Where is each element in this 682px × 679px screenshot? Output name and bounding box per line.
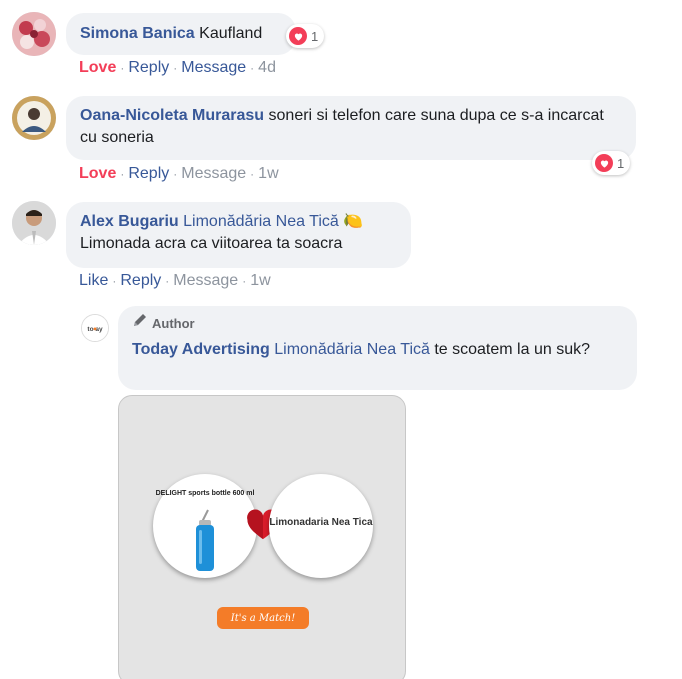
product-circle: DELIGHT sports bottle 600 ml (153, 474, 257, 578)
brand-circle: Limonadaria Nea Tica (269, 474, 373, 578)
reply-link[interactable]: Reply (128, 165, 169, 182)
reaction-count: 1 (617, 155, 625, 171)
love-link[interactable]: Love (79, 59, 116, 76)
commenter-name[interactable]: Today Advertising (132, 341, 270, 358)
comment-text: Kaufland (199, 25, 263, 42)
reaction-badge[interactable]: 1 (286, 24, 325, 48)
pencil-icon (132, 312, 148, 335)
water-bottle-icon (196, 509, 214, 571)
product-label: DELIGHT sports bottle 600 ml (155, 490, 255, 497)
avatar-oana[interactable] (12, 96, 56, 140)
comment-actions: Love · Reply · Message · 1w (79, 165, 279, 182)
avatar-today-advertising[interactable]: to ay (81, 314, 109, 342)
author-badge: Author (132, 312, 623, 335)
timestamp[interactable]: 4d (258, 59, 276, 76)
reply-bubble: Author Today Advertising Limonădăria Nea… (118, 306, 637, 390)
comment-actions: Love · Reply · Message · 4d (79, 59, 276, 76)
comment-actions: Like · Reply · Message · 1w (79, 272, 271, 289)
comment-bubble: Oana-Nicoleta Murarasu soneri si telefon… (66, 96, 636, 160)
avatar-alex[interactable] (12, 201, 56, 245)
tagged-page-link[interactable]: Limonădăria Nea Tică (274, 341, 430, 358)
comment-text: te scoatem la un suk? (434, 341, 590, 358)
match-badge: It's a Match! (217, 607, 309, 629)
brand-label: Limonadaria Nea Tica (269, 517, 373, 528)
comment-text: Limonada acra ca viitoarea ta soacra (80, 235, 343, 252)
message-link[interactable]: Message (181, 165, 246, 182)
avatar-simona[interactable] (12, 12, 56, 56)
love-reaction-icon (289, 27, 307, 45)
commenter-name[interactable]: Simona Banica (80, 25, 195, 42)
reaction-badge[interactable]: 1 (592, 151, 631, 175)
comment-bubble: Alex Bugariu Limonădăria Nea Tică 🍋 Limo… (66, 202, 411, 268)
love-reaction-icon (595, 154, 613, 172)
author-badge-label: Author (152, 315, 195, 331)
lemon-emoji-icon: 🍋 (343, 213, 364, 230)
love-link[interactable]: Love (79, 165, 116, 182)
reply-link[interactable]: Reply (128, 59, 169, 76)
commenter-name[interactable]: Oana-Nicoleta Murarasu (80, 107, 264, 124)
reply-link[interactable]: Reply (120, 272, 161, 289)
message-link[interactable]: Message (181, 59, 246, 76)
reaction-count: 1 (311, 28, 319, 44)
like-link[interactable]: Like (79, 272, 108, 289)
comment-bubble: Simona Banica Kaufland (66, 13, 296, 55)
message-link[interactable]: Message (173, 272, 238, 289)
commenter-name[interactable]: Alex Bugariu (80, 213, 179, 230)
reply-image[interactable]: DELIGHT sports bottle 600 ml Limonadaria… (118, 395, 406, 679)
tagged-page-link[interactable]: Limonădăria Nea Tică (183, 213, 339, 230)
timestamp[interactable]: 1w (258, 165, 278, 182)
timestamp[interactable]: 1w (250, 272, 270, 289)
